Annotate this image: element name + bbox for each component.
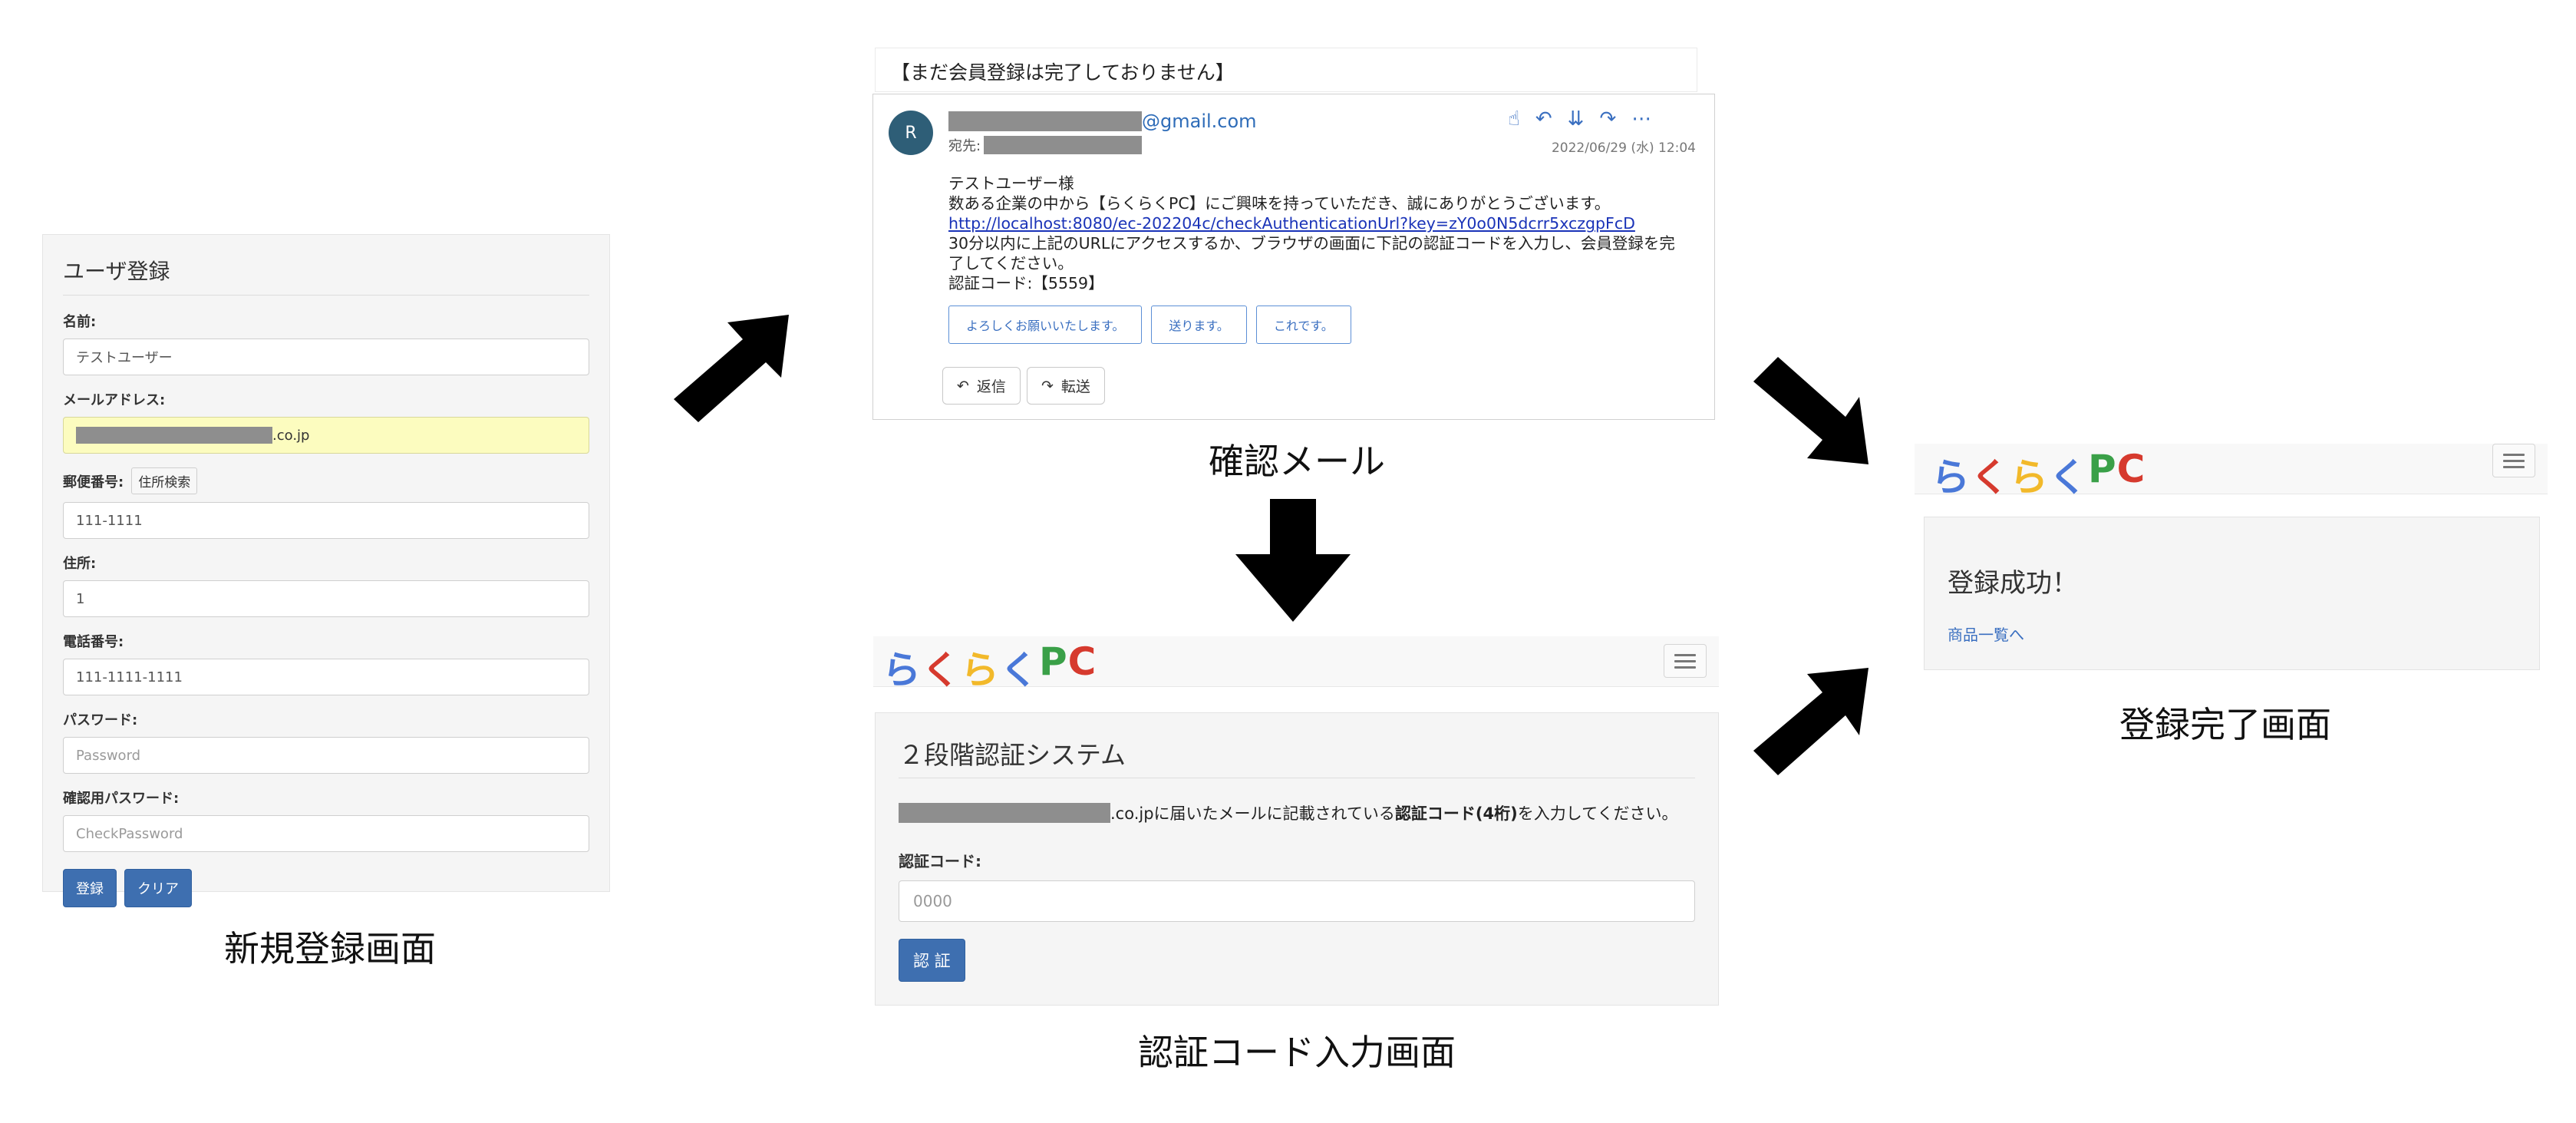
redacted-sender — [948, 111, 1142, 131]
recipient-label: 宛先: — [948, 138, 981, 154]
phone-input[interactable]: 111-1111-1111 — [63, 659, 589, 695]
reply-button[interactable]: ↶ 返信 — [942, 367, 1021, 405]
sender-domain: @gmail.com — [1142, 111, 1257, 132]
address-input[interactable]: 1 — [63, 580, 589, 617]
email-toolbar: ☝ ↶ ⇊ ↷ ⋯ — [1508, 107, 1651, 130]
clear-button[interactable]: クリア — [124, 869, 192, 907]
redacted-email — [76, 427, 272, 444]
logo-letter: ら — [882, 648, 922, 692]
avatar: R — [889, 111, 933, 155]
email-subject: 【まだ会員登録は完了しておりません】 — [875, 48, 1697, 92]
auth-message: .co.jpに届いたメールに記載されている 認証コード(4桁) を入力してくださ… — [899, 801, 1695, 824]
arrow-down-right-icon — [1746, 349, 1876, 472]
logo-letter: P — [2088, 447, 2117, 491]
email-sender[interactable]: @gmail.com — [948, 111, 1257, 132]
quick-reply-button[interactable]: 送ります。 — [1151, 306, 1247, 344]
reply-icon[interactable]: ↶ — [1535, 107, 1552, 130]
logo-letter: く — [1971, 455, 2010, 500]
success-panel: 登録成功！ 商品一覧へ — [1924, 517, 2540, 670]
auth-caption: 認証コード入力画面 — [1138, 1032, 1456, 1073]
registration-form: ユーザ登録 名前: テストユーザー メールアドレス: .co.jp 郵便番号: … — [42, 234, 610, 907]
email-greeting: テストユーザー様 — [948, 174, 1074, 193]
name-input[interactable]: テストユーザー — [63, 339, 589, 375]
product-list-link[interactable]: 商品一覧へ — [1948, 623, 2516, 645]
confirm-password-input[interactable]: CheckPassword — [63, 815, 589, 852]
logo-letter: C — [2116, 447, 2146, 491]
logo-letter: C — [1067, 639, 1097, 684]
redacted-email — [899, 803, 1110, 823]
form-buttons: 登録 クリア — [63, 869, 589, 907]
auth-title: ２段階認証システム — [899, 735, 1695, 778]
email-caption: 確認メール — [1209, 441, 1385, 482]
address-search-button[interactable]: 住所検索 — [131, 467, 198, 494]
code-input[interactable]: 0000 — [899, 880, 1695, 922]
success-navbar: ら く ら く P C — [1915, 444, 2548, 500]
menu-toggle-icon[interactable] — [2492, 444, 2535, 477]
confirm-password-label: 確認用パスワード: — [63, 791, 180, 807]
auth-message-bold: 認証コード(4桁) — [1394, 804, 1518, 823]
zip-input[interactable]: 111-1111 — [63, 502, 589, 539]
brand-logo[interactable]: ら く ら く P C — [882, 639, 1097, 695]
email-label: メールアドレス: — [63, 392, 166, 408]
more-icon[interactable]: ⋯ — [1631, 107, 1651, 130]
logo-letter: ら — [1931, 455, 1971, 500]
logo-letter: P — [1039, 639, 1068, 684]
email-body: テストユーザー様 数ある企業の中から【らくらくPC】にご興味を持っていただき、誠… — [948, 173, 1685, 293]
forward-button[interactable]: ↷ 転送 — [1026, 367, 1105, 405]
zip-label: 郵便番号: — [63, 474, 124, 490]
logo-letter: く — [1000, 648, 1039, 692]
quick-replies: よろしくお願いいたします。 送ります。 これです。 — [948, 306, 1351, 344]
registration-caption: 新規登録画面 — [224, 928, 436, 969]
email-recipient: 宛先: — [948, 135, 1143, 155]
zip-row: 郵便番号: 住所検索 — [63, 467, 589, 494]
logo-letter: く — [922, 648, 961, 692]
like-icon[interactable]: ☝ — [1508, 107, 1520, 130]
reply-label: 返信 — [976, 378, 1006, 395]
arrow-up-right-icon — [666, 307, 797, 438]
email-code: 認証コード:【5559】 — [948, 274, 1104, 292]
success-title: 登録成功！ — [1948, 568, 2078, 599]
email-line: 数ある企業の中から【らくらくPC】にご興味を持っていただき、誠にありがとうござい… — [948, 194, 1611, 213]
password-label: パスワード: — [63, 712, 138, 728]
code-label: 認証コード: — [899, 852, 981, 870]
forward-label: 転送 — [1060, 378, 1090, 395]
forward-icon[interactable]: ↷ — [1599, 107, 1616, 130]
password-input[interactable]: Password — [63, 737, 589, 774]
phone-label: 電話番号: — [63, 634, 124, 650]
redacted-recipient — [984, 136, 1143, 154]
success-caption: 登録完了画面 — [2119, 704, 2331, 745]
email-line: 30分以内に上記のURLにアクセスするか、ブラウザの画面に下記の認証コードを入力… — [948, 234, 1675, 272]
menu-toggle-icon[interactable] — [1664, 644, 1707, 678]
email-date: 2022/06/29 (水) 12:04 — [1551, 140, 1696, 156]
name-label: 名前: — [63, 314, 97, 330]
registration-title: ユーザ登録 — [63, 255, 589, 296]
quick-reply-button[interactable]: よろしくお願いいたします。 — [948, 306, 1143, 344]
logo-letter: ら — [2010, 455, 2049, 500]
logo-letter: く — [2049, 455, 2088, 500]
email-input[interactable]: .co.jp — [63, 417, 589, 454]
verify-button[interactable]: 認 証 — [899, 939, 965, 982]
logo-letter: ら — [961, 648, 1000, 692]
reply-icon: ↶ — [957, 377, 969, 395]
auth-navbar: ら く ら く P C — [873, 636, 1719, 692]
brand-logo[interactable]: ら く ら く P C — [1931, 447, 2146, 502]
forward-icon: ↷ — [1041, 377, 1054, 395]
arrow-up-right-icon — [1746, 660, 1876, 783]
arrow-down-icon — [1235, 499, 1351, 622]
reply-all-icon[interactable]: ⇊ — [1568, 107, 1585, 130]
auth-link[interactable]: http://localhost:8080/ec-202204c/checkAu… — [948, 214, 1635, 233]
register-button[interactable]: 登録 — [63, 869, 117, 907]
auth-message-text: .co.jpに届いたメールに記載されている — [1110, 804, 1395, 823]
email-domain: .co.jp — [272, 427, 310, 444]
auth-panel: ２段階認証システム .co.jpに届いたメールに記載されている 認証コード(4桁… — [875, 712, 1719, 1006]
auth-message-end: を入力してください。 — [1517, 804, 1678, 823]
email-actions: ↶ 返信 ↷ 転送 — [942, 367, 1105, 405]
quick-reply-button[interactable]: これです。 — [1255, 306, 1351, 344]
address-label: 住所: — [63, 556, 97, 572]
